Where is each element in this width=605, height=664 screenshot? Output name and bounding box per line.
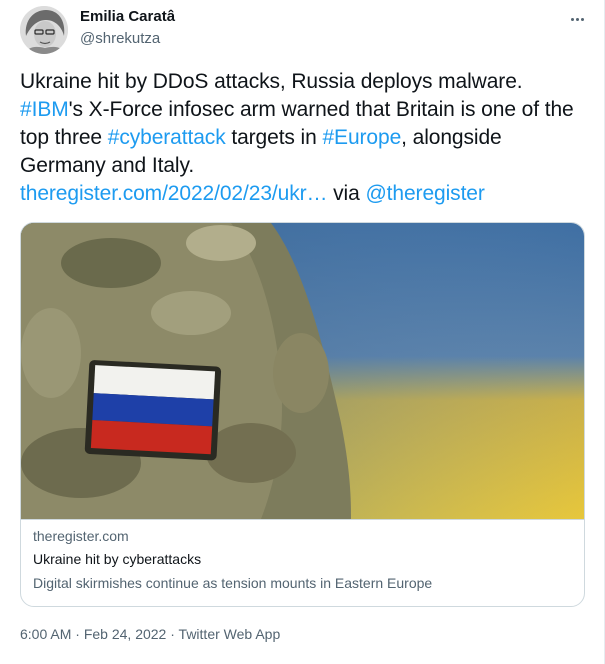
card-domain: theregister.com — [33, 528, 129, 544]
hashtag-cyberattack[interactable]: #cyberattack — [108, 126, 226, 149]
hashtag-europe[interactable]: #Europe — [322, 126, 401, 149]
more-options-button[interactable] — [566, 10, 588, 28]
separator: · — [166, 626, 179, 642]
tweet-time[interactable]: 6:00 AM — [20, 626, 71, 642]
via-text: via — [327, 182, 366, 205]
tweet-source[interactable]: Twitter Web App — [179, 626, 281, 642]
card-image — [21, 223, 584, 519]
tweet: Emilia Caratâ @shrekutza Ukraine hit by … — [0, 0, 605, 664]
author-name[interactable]: Emilia Caratâ — [80, 8, 175, 25]
author-handle[interactable]: @shrekutza — [80, 30, 160, 47]
avatar[interactable] — [20, 6, 68, 54]
tweet-meta: 6:00 AM · Feb 24, 2022 · Twitter Web App — [20, 626, 280, 642]
more-horizontal-icon — [575, 17, 579, 21]
separator: · — [71, 626, 84, 642]
tweet-text-line1: Ukraine hit by DDoS attacks, Russia depl… — [20, 70, 523, 93]
mention-theregister[interactable]: @theregister — [365, 182, 484, 205]
link-card[interactable]: theregister.com Ukraine hit by cyberatta… — [20, 222, 585, 607]
tweet-date[interactable]: Feb 24, 2022 — [84, 626, 167, 642]
hashtag-ibm[interactable]: #IBM — [20, 98, 69, 121]
tweet-text: Ukraine hit by DDoS attacks, Russia depl… — [20, 68, 585, 208]
card-title: Ukraine hit by cyberattacks — [33, 551, 202, 567]
more-horizontal-icon — [580, 17, 584, 21]
card-description: Digital skirmishes continue as tension m… — [33, 575, 433, 591]
tweet-text-part: targets in — [225, 126, 323, 149]
more-horizontal-icon — [570, 17, 574, 21]
card-body: theregister.com Ukraine hit by cyberatta… — [21, 519, 584, 606]
article-link[interactable]: theregister.com/2022/02/23/ukr… — [20, 182, 328, 205]
